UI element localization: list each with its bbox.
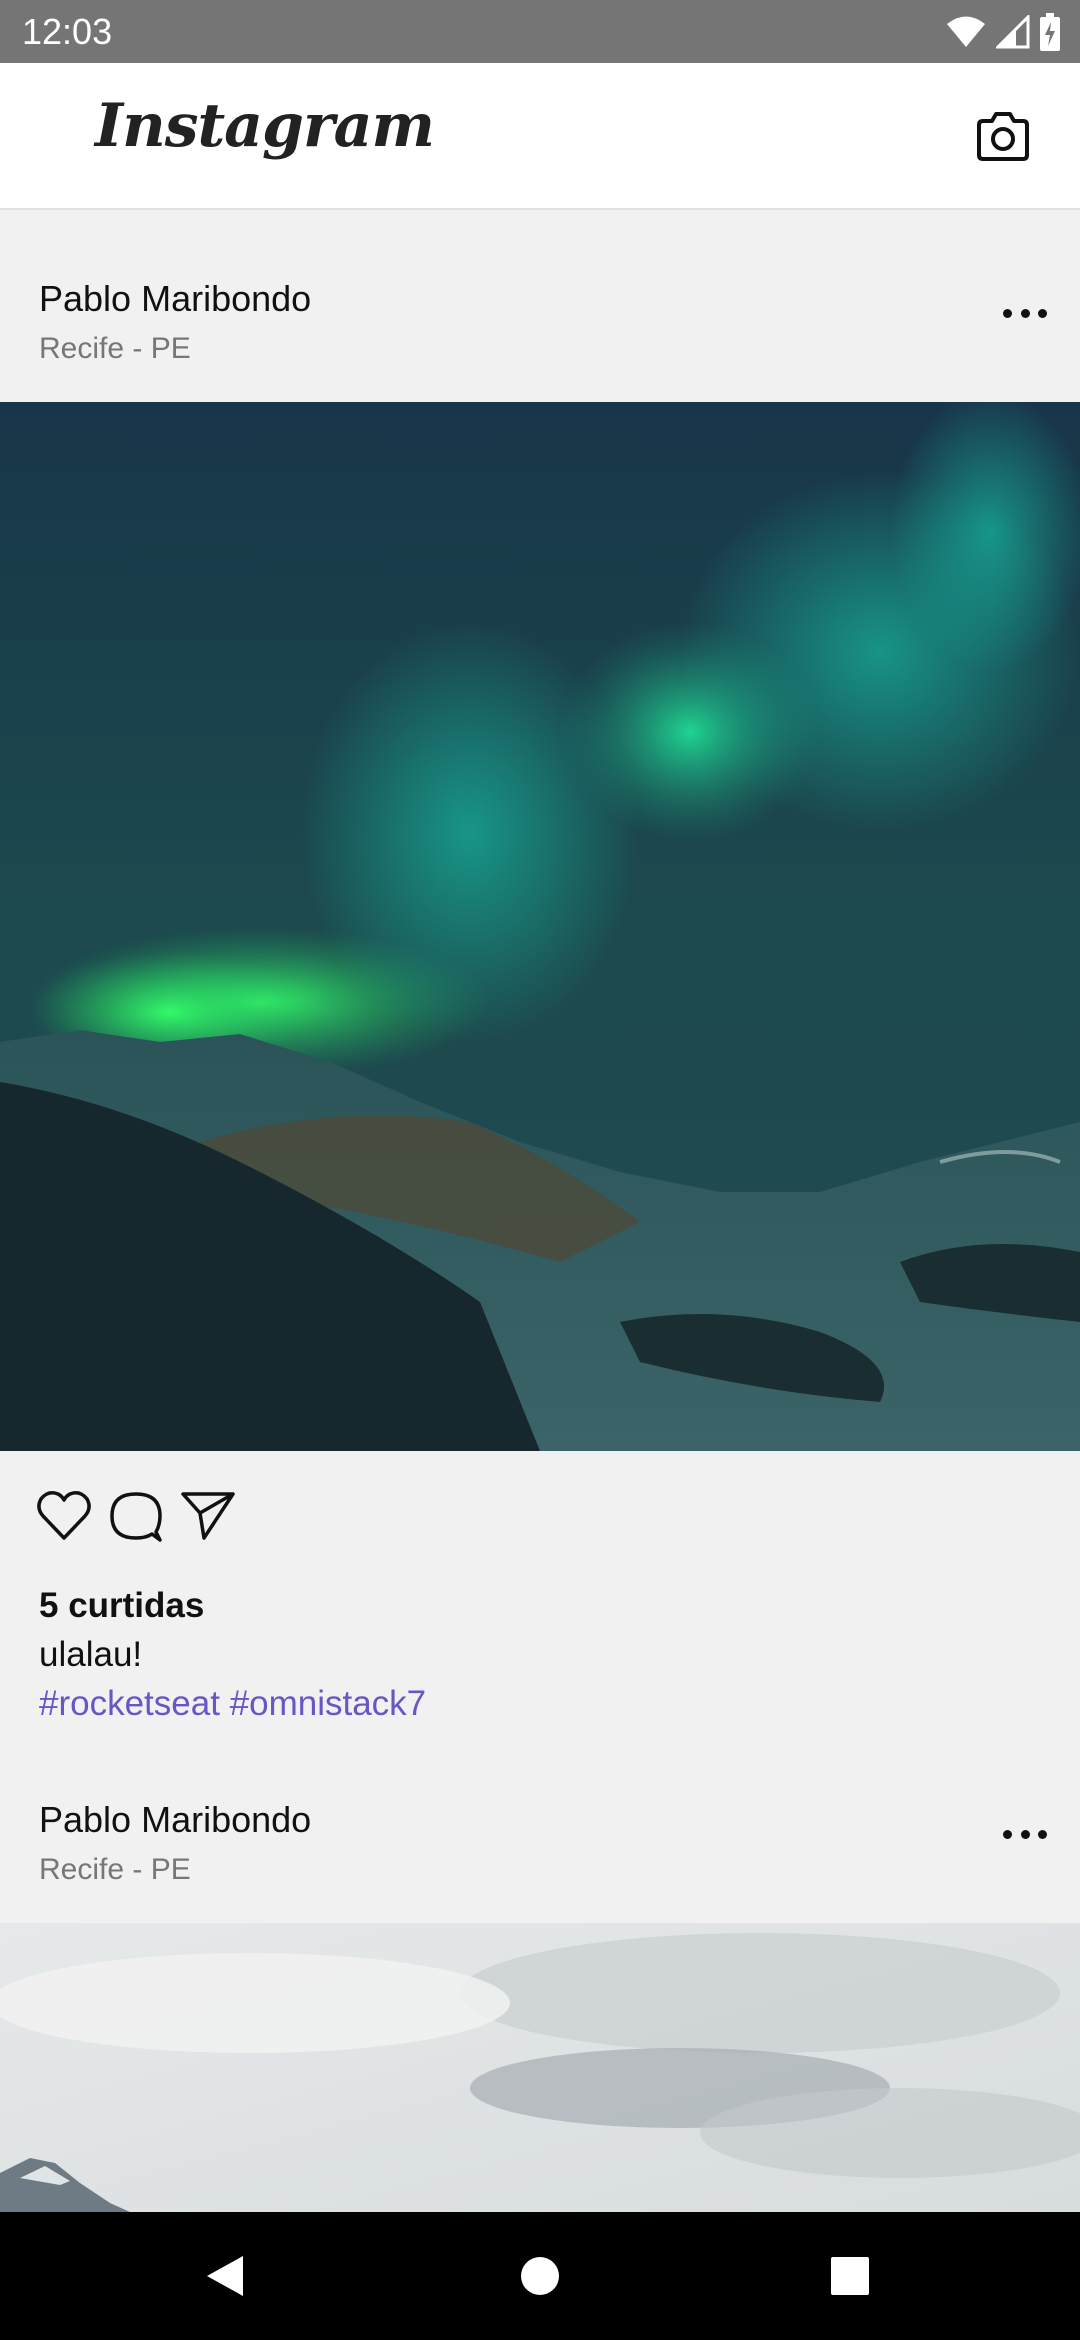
more-dot [1003,308,1012,318]
more-dot [1020,308,1030,318]
post-header: Pablo Maribondo Recife - PE [0,212,1080,402]
likes-count: 5 curtidas [39,1586,205,1625]
post-author[interactable]: Pablo Maribondo [39,1799,311,1841]
status-icons [946,10,1060,54]
post-image-aurora[interactable] [0,402,1080,1451]
navigation-bar [0,2212,1080,2340]
post-hashtags[interactable]: #rocketseat #omnistack7 [39,1684,426,1724]
comment-icon[interactable] [108,1488,164,1544]
signal-icon [996,15,1030,49]
send-icon[interactable] [180,1488,236,1544]
post-place: Recife - PE [39,332,191,365]
post-place: Recife - PE [39,1853,191,1886]
recents-icon [831,2257,869,2295]
instagram-logo[interactable]: Instagram [95,91,435,161]
home-button[interactable] [480,2212,600,2340]
post-author[interactable]: Pablo Maribondo [39,278,311,320]
home-icon [521,2257,559,2295]
status-time: 12:03 [22,11,113,52]
app-header: Instagram [0,63,1080,210]
post-image-clouds[interactable] [0,1923,1080,2212]
camera-icon [977,112,1029,161]
more-dot [1020,1829,1030,1839]
more-options-button[interactable] [1003,291,1047,335]
screen: 12:03 Instagram Pablo Maribondo Recife -… [0,0,1080,2340]
back-icon [207,2256,243,2296]
post-description: ulalau! [39,1635,143,1674]
post-header: Pablo Maribondo Recife - PE [0,1733,1080,1923]
post-actions [0,1451,1080,1581]
back-button[interactable] [165,2212,285,2340]
more-options-button[interactable] [1003,1812,1047,1856]
recents-button[interactable] [790,2212,910,2340]
like-icon[interactable] [36,1488,92,1544]
more-dot [1003,1829,1012,1839]
status-bar: 12:03 [0,0,1080,63]
more-dot [1038,1829,1047,1839]
wifi-icon [947,16,985,47]
more-dot [1038,308,1047,318]
camera-button[interactable] [975,111,1031,163]
battery-icon [1040,13,1060,51]
